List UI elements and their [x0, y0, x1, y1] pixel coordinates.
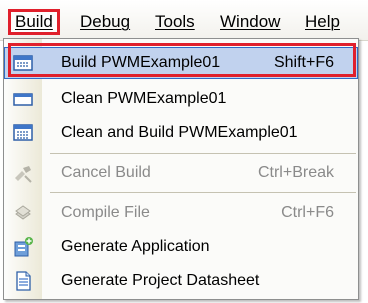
- menu-item-shortcut: Shift+F6: [273, 54, 334, 71]
- menu-item-shortcut: Ctrl+Break: [257, 164, 334, 181]
- menu-item-label: Generate Application: [61, 238, 210, 255]
- clean-build-icon: [13, 124, 33, 141]
- generate-datasheet-icon: [16, 271, 31, 291]
- menu-item-build[interactable]: Build PWMExample01 Shift+F6: [4, 47, 358, 79]
- menu-tools[interactable]: Tools: [155, 9, 195, 35]
- menu-item-cancel-build[interactable]: Cancel Build Ctrl+Break: [4, 157, 358, 189]
- build-icon: [13, 55, 33, 71]
- clean-icon: [13, 93, 33, 106]
- menu-item-label: Clean and Build PWMExample01: [61, 124, 298, 141]
- menu-item-label: Build PWMExample01: [61, 54, 221, 71]
- menu-help[interactable]: Help: [305, 9, 340, 35]
- menu-separator: [50, 153, 356, 154]
- menu-item-label: Compile File: [61, 204, 150, 221]
- menu-item-label: Cancel Build: [61, 164, 151, 181]
- cancel-build-icon: [15, 166, 32, 183]
- build-menu-dropdown: Build PWMExample01 Shift+F6 Clean PWMExa…: [3, 38, 359, 300]
- menu-debug[interactable]: Debug: [80, 9, 130, 35]
- menu-item-shortcut: Ctrl+F6: [281, 204, 334, 221]
- menu-item-label: Clean PWMExample01: [61, 90, 227, 107]
- menu-window[interactable]: Window: [220, 9, 280, 35]
- menu-bar: Build Debug Tools Window Help: [0, 0, 368, 41]
- menu-separator: [50, 192, 356, 193]
- menu-item-clean[interactable]: Clean PWMExample01: [4, 83, 358, 115]
- menu-item-label: Generate Project Datasheet: [61, 272, 260, 289]
- menu-item-generate-datasheet[interactable]: Generate Project Datasheet: [4, 265, 358, 297]
- generate-application-icon: [14, 237, 33, 257]
- menu-build[interactable]: Build: [8, 9, 60, 35]
- menu-item-compile-file[interactable]: Compile File Ctrl+F6: [4, 197, 358, 229]
- compile-file-icon: [15, 205, 31, 220]
- menu-item-clean-build[interactable]: Clean and Build PWMExample01: [4, 117, 358, 149]
- menu-item-generate-application[interactable]: Generate Application: [4, 231, 358, 263]
